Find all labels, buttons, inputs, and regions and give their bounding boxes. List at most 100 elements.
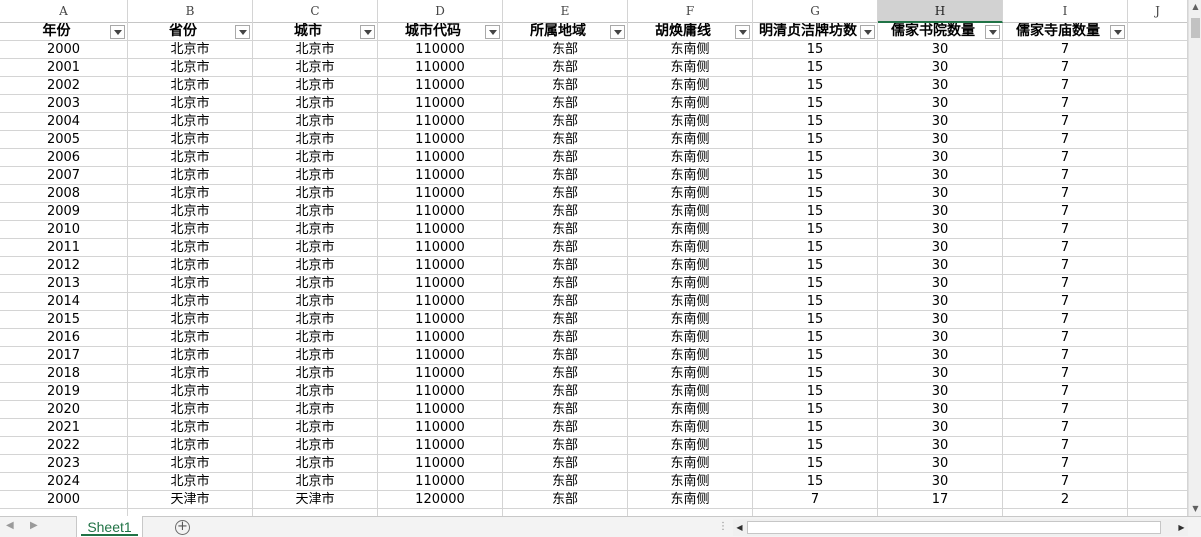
table-cell[interactable]: 北京市 — [253, 275, 378, 293]
split-handle-icon[interactable]: ⋮ — [718, 521, 728, 532]
table-cell[interactable]: 2003 — [0, 95, 128, 113]
empty-cell[interactable] — [1128, 131, 1188, 149]
empty-cell[interactable] — [1128, 383, 1188, 401]
table-cell[interactable]: 东部 — [503, 275, 628, 293]
empty-cell[interactable] — [1128, 293, 1188, 311]
table-cell[interactable]: 15 — [753, 419, 878, 437]
table-cell[interactable]: 北京市 — [128, 329, 253, 347]
column-header-a[interactable]: A — [0, 0, 128, 23]
table-cell[interactable]: 北京市 — [253, 455, 378, 473]
table-cell[interactable]: 15 — [753, 329, 878, 347]
table-cell[interactable]: 东部 — [503, 149, 628, 167]
table-cell[interactable]: 东南侧 — [628, 185, 753, 203]
scroll-right-arrow-icon[interactable]: ▶ — [1175, 519, 1188, 536]
table-cell[interactable]: 7 — [1003, 113, 1128, 131]
table-cell[interactable]: 2009 — [0, 203, 128, 221]
table-header-cell[interactable]: 城市代码 — [378, 23, 503, 41]
table-cell[interactable]: 7 — [1003, 239, 1128, 257]
table-cell[interactable]: 7 — [1003, 221, 1128, 239]
table-cell[interactable]: 2000 — [0, 41, 128, 59]
table-cell[interactable]: 北京市 — [253, 113, 378, 131]
table-cell[interactable]: 30 — [878, 77, 1003, 95]
table-cell[interactable]: 7 — [1003, 365, 1128, 383]
table-cell[interactable]: 北京市 — [128, 383, 253, 401]
empty-cell[interactable] — [1128, 59, 1188, 77]
table-cell[interactable]: 东南侧 — [628, 401, 753, 419]
table-cell[interactable]: 110000 — [378, 59, 503, 77]
table-cell[interactable]: 15 — [753, 473, 878, 491]
table-cell[interactable]: 北京市 — [253, 293, 378, 311]
empty-cell[interactable] — [628, 509, 753, 516]
table-cell[interactable]: 30 — [878, 365, 1003, 383]
table-cell[interactable]: 110000 — [378, 185, 503, 203]
table-header-cell[interactable]: 儒家书院数量 — [878, 23, 1003, 41]
sheet-tab-sheet1[interactable]: Sheet1 — [76, 516, 143, 537]
scroll-down-arrow-icon[interactable]: ▼ — [1189, 502, 1201, 516]
table-cell[interactable]: 110000 — [378, 347, 503, 365]
table-cell[interactable]: 15 — [753, 203, 878, 221]
table-cell[interactable]: 110000 — [378, 41, 503, 59]
table-cell[interactable]: 30 — [878, 455, 1003, 473]
table-cell[interactable]: 2010 — [0, 221, 128, 239]
empty-cell[interactable] — [1128, 239, 1188, 257]
horizontal-scrollbar[interactable]: ◀ ▶ — [733, 519, 1188, 536]
table-cell[interactable]: 15 — [753, 185, 878, 203]
table-cell[interactable]: 2012 — [0, 257, 128, 275]
empty-cell[interactable] — [878, 509, 1003, 516]
column-header-d[interactable]: D — [378, 0, 503, 23]
table-cell[interactable]: 7 — [1003, 437, 1128, 455]
table-cell[interactable]: 北京市 — [128, 437, 253, 455]
table-cell[interactable]: 15 — [753, 275, 878, 293]
empty-cell[interactable] — [378, 509, 503, 516]
table-cell[interactable]: 110000 — [378, 203, 503, 221]
empty-cell[interactable] — [1128, 221, 1188, 239]
table-cell[interactable]: 7 — [1003, 347, 1128, 365]
scroll-up-arrow-icon[interactable]: ▲ — [1189, 0, 1201, 14]
table-cell[interactable]: 30 — [878, 311, 1003, 329]
table-cell[interactable]: 东部 — [503, 365, 628, 383]
table-cell[interactable]: 北京市 — [253, 383, 378, 401]
table-cell[interactable]: 7 — [1003, 257, 1128, 275]
empty-cell[interactable] — [1128, 437, 1188, 455]
table-cell[interactable]: 东南侧 — [628, 221, 753, 239]
table-cell[interactable]: 东部 — [503, 455, 628, 473]
empty-cell[interactable] — [753, 509, 878, 516]
table-cell[interactable]: 110000 — [378, 239, 503, 257]
table-cell[interactable]: 北京市 — [253, 347, 378, 365]
table-cell[interactable]: 30 — [878, 113, 1003, 131]
table-cell[interactable]: 东南侧 — [628, 95, 753, 113]
table-cell[interactable]: 北京市 — [253, 329, 378, 347]
table-cell[interactable]: 2008 — [0, 185, 128, 203]
table-cell[interactable]: 110000 — [378, 167, 503, 185]
table-cell[interactable]: 北京市 — [128, 95, 253, 113]
table-cell[interactable]: 北京市 — [128, 41, 253, 59]
dropdown-filter-icon[interactable] — [1110, 25, 1125, 39]
table-cell[interactable]: 北京市 — [128, 473, 253, 491]
table-cell[interactable]: 30 — [878, 41, 1003, 59]
table-cell[interactable]: 东南侧 — [628, 149, 753, 167]
dropdown-filter-icon[interactable] — [735, 25, 750, 39]
table-cell[interactable]: 7 — [1003, 401, 1128, 419]
table-cell[interactable]: 北京市 — [253, 59, 378, 77]
table-cell[interactable]: 东南侧 — [628, 365, 753, 383]
table-cell[interactable]: 30 — [878, 437, 1003, 455]
table-header-cell[interactable]: 年份 — [0, 23, 128, 41]
table-cell[interactable]: 东南侧 — [628, 455, 753, 473]
table-cell[interactable]: 东部 — [503, 41, 628, 59]
table-header-cell[interactable]: 儒家寺庙数量 — [1003, 23, 1128, 41]
table-cell[interactable]: 30 — [878, 239, 1003, 257]
table-cell[interactable]: 30 — [878, 203, 1003, 221]
table-cell[interactable]: 东南侧 — [628, 329, 753, 347]
table-cell[interactable]: 30 — [878, 347, 1003, 365]
table-cell[interactable]: 2020 — [0, 401, 128, 419]
table-cell[interactable]: 北京市 — [253, 473, 378, 491]
table-cell[interactable]: 东部 — [503, 203, 628, 221]
spreadsheet-grid[interactable]: ABCDEFGHIJ 年份 省份 城市 城市代码 所属地域 胡焕庸线 明清贞洁牌坊数 儒家书院… — [0, 0, 1188, 516]
column-header-i[interactable]: I — [1003, 0, 1128, 23]
table-cell[interactable]: 15 — [753, 311, 878, 329]
column-header-c[interactable]: C — [253, 0, 378, 23]
table-cell[interactable]: 30 — [878, 149, 1003, 167]
table-cell[interactable]: 东部 — [503, 329, 628, 347]
table-cell[interactable]: 东南侧 — [628, 347, 753, 365]
dropdown-filter-icon[interactable] — [235, 25, 250, 39]
